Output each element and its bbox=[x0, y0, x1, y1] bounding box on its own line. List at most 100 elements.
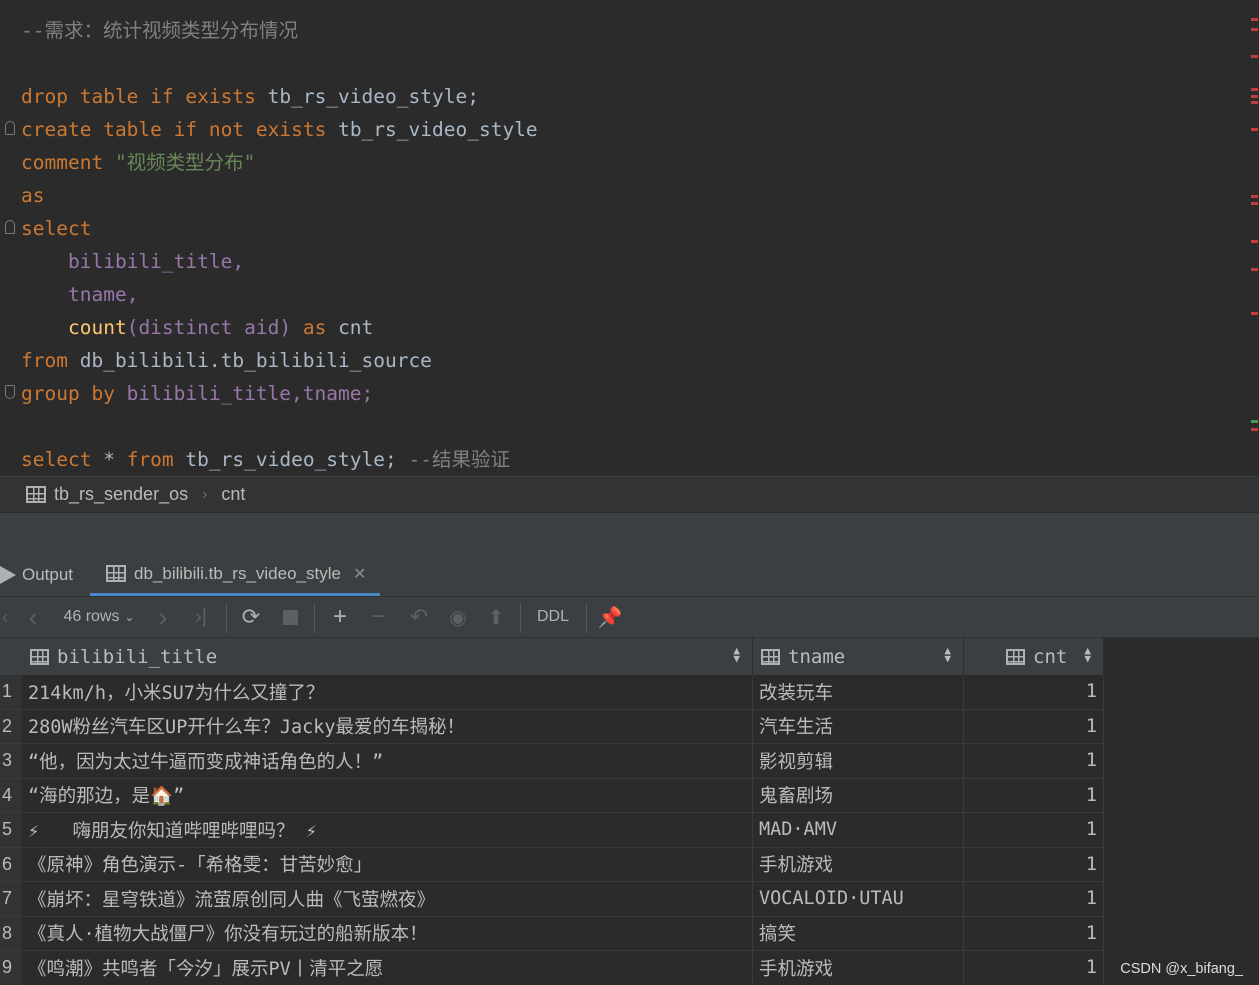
error-marker[interactable] bbox=[1251, 88, 1258, 91]
cell-tname[interactable]: 手机游戏 bbox=[753, 847, 964, 881]
fold-marker-icon[interactable] bbox=[5, 121, 15, 135]
delete-row-icon[interactable]: − bbox=[364, 597, 392, 637]
row-count-dropdown[interactable]: 46 rows ⌄ bbox=[58, 597, 140, 637]
cell-cnt[interactable]: 1 bbox=[964, 916, 1104, 950]
cell-tname[interactable]: VOCALOID·UTAU bbox=[753, 882, 964, 916]
cell-tname[interactable]: MAD·AMV bbox=[753, 813, 964, 847]
cell-tname[interactable]: 鬼畜剧场 bbox=[753, 778, 964, 812]
sort-icon[interactable]: ▲ ▼ bbox=[1084, 645, 1091, 664]
cell-title[interactable]: “海的那边，是🏠” bbox=[22, 778, 753, 812]
row-number[interactable]: 7 bbox=[0, 882, 22, 916]
corner-cell[interactable] bbox=[0, 638, 22, 675]
panel-splitter[interactable] bbox=[0, 512, 1259, 554]
tab-output-label: Output bbox=[22, 565, 74, 584]
stop-icon[interactable] bbox=[276, 597, 304, 637]
table-row[interactable]: 5 ⚡ 嗨朋友你知道哔哩哔哩吗？ ⚡ MAD·AMV 1 bbox=[0, 813, 1104, 848]
column-icon bbox=[30, 648, 49, 665]
column-header-cnt[interactable]: cnt ▲ ▼ bbox=[964, 638, 1104, 675]
error-marker[interactable] bbox=[1251, 128, 1258, 131]
add-row-icon[interactable]: + bbox=[326, 597, 354, 637]
tab-result[interactable]: db_bilibili.tb_rs_video_style ✕ bbox=[90, 554, 381, 596]
submit-icon[interactable]: ⬆ bbox=[482, 597, 510, 637]
row-number[interactable]: 2 bbox=[0, 709, 22, 743]
error-marker[interactable] bbox=[1251, 428, 1258, 431]
sql-editor[interactable]: --需求：统计视频类型分布情况 drop table if exists tb_… bbox=[0, 0, 1259, 476]
row-number[interactable]: 1 bbox=[0, 675, 22, 709]
row-number[interactable]: 5 bbox=[0, 813, 22, 847]
cell-tname[interactable]: 影视剪辑 bbox=[753, 744, 964, 778]
cell-tname[interactable]: 手机游戏 bbox=[753, 951, 964, 985]
cell-cnt[interactable]: 1 bbox=[964, 847, 1104, 881]
error-marker[interactable] bbox=[1251, 240, 1258, 243]
keyword: exists bbox=[185, 85, 256, 108]
table-row[interactable]: 2 280W粉丝汽车区UP开什么车？Jacky最爱的车揭秘！ 汽车生活 1 bbox=[0, 709, 1104, 744]
error-marker[interactable] bbox=[1251, 18, 1258, 21]
table-row[interactable]: 4 “海的那边，是🏠” 鬼畜剧场 1 bbox=[0, 778, 1104, 813]
refresh-icon[interactable]: ⟳ bbox=[236, 597, 266, 637]
sort-icon[interactable]: ▲ ▼ bbox=[733, 645, 740, 664]
group-fields: bilibili_title,tname; bbox=[126, 382, 374, 405]
row-number[interactable]: 4 bbox=[0, 778, 22, 812]
cell-title[interactable]: 280W粉丝汽车区UP开什么车？Jacky最爱的车揭秘！ bbox=[22, 709, 753, 743]
cell-title[interactable]: ⚡ 嗨朋友你知道哔哩哔哩吗？ ⚡ bbox=[22, 813, 753, 847]
cell-title[interactable]: 《真人·植物大战僵尸》你没有玩过的船新版本！ bbox=[22, 916, 753, 950]
tab-output[interactable]: Output bbox=[0, 554, 73, 596]
column-icon bbox=[761, 648, 780, 665]
row-number[interactable]: 3 bbox=[0, 744, 22, 778]
close-icon[interactable]: ✕ bbox=[353, 564, 366, 584]
cell-tname[interactable]: 汽车生活 bbox=[753, 709, 964, 743]
cell-cnt[interactable]: 1 bbox=[964, 882, 1104, 916]
cell-title[interactable]: 《崩坏：星穹铁道》流萤原创同人曲《飞萤燃夜》 bbox=[22, 882, 753, 916]
error-marker[interactable] bbox=[1251, 95, 1258, 98]
error-marker[interactable] bbox=[1251, 312, 1258, 315]
cell-cnt[interactable]: 1 bbox=[964, 951, 1104, 985]
cell-title[interactable]: 《原神》角色演示-「希格雯：甘苦妙愈」 bbox=[22, 847, 753, 881]
fold-marker-icon[interactable] bbox=[5, 385, 15, 399]
error-marker[interactable] bbox=[1251, 268, 1258, 271]
cell-cnt[interactable]: 1 bbox=[964, 709, 1104, 743]
fold-marker-icon[interactable] bbox=[5, 220, 15, 234]
cell-title[interactable]: “他，因为太过牛逼而变成神话角色的人！” bbox=[22, 744, 753, 778]
prev-page-icon[interactable]: ‹ bbox=[22, 597, 44, 637]
code-field-tname: tname, bbox=[68, 283, 139, 306]
row-number[interactable]: 8 bbox=[0, 916, 22, 950]
last-page-icon[interactable]: ›| bbox=[188, 597, 214, 637]
pin-icon[interactable]: 📌 bbox=[596, 597, 624, 637]
table-row[interactable]: 3 “他，因为太过牛逼而变成神话角色的人！” 影视剪辑 1 bbox=[0, 744, 1104, 779]
cell-cnt[interactable]: 1 bbox=[964, 744, 1104, 778]
revert-icon[interactable]: ↶ bbox=[404, 597, 434, 637]
preview-icon[interactable]: ◉ bbox=[443, 597, 473, 637]
sort-icon[interactable]: ▲ ▼ bbox=[944, 645, 951, 664]
cell-tname[interactable]: 搞笑 bbox=[753, 916, 964, 950]
column-header-tname[interactable]: tname ▲ ▼ bbox=[753, 638, 964, 675]
result-grid[interactable]: bilibili_title ▲ ▼ tname ▲ ▼ cnt ▲ ▼ 1 214k… bbox=[0, 638, 1259, 985]
cell-cnt[interactable]: 1 bbox=[964, 675, 1104, 709]
table-row[interactable]: 6 《原神》角色演示-「希格雯：甘苦妙愈」 手机游戏 1 bbox=[0, 847, 1104, 882]
next-page-icon[interactable]: › bbox=[152, 597, 174, 637]
error-marker[interactable] bbox=[1251, 101, 1258, 104]
error-marker[interactable] bbox=[1251, 55, 1258, 58]
error-marker[interactable] bbox=[1251, 28, 1258, 31]
column-header-title[interactable]: bilibili_title ▲ ▼ bbox=[22, 638, 753, 675]
error-marker[interactable] bbox=[1251, 195, 1258, 198]
ddl-button[interactable]: DDL bbox=[530, 597, 576, 637]
row-number[interactable]: 6 bbox=[0, 847, 22, 881]
breadcrumb-table[interactable]: tb_rs_sender_os bbox=[54, 484, 188, 505]
ok-marker[interactable] bbox=[1251, 420, 1258, 423]
error-marker[interactable] bbox=[1251, 202, 1258, 205]
table-row[interactable]: 9 《鸣潮》共鸣者「今汐」展示PV丨清平之愿 手机游戏 1 bbox=[0, 951, 1104, 985]
breadcrumb-column[interactable]: cnt bbox=[221, 484, 245, 505]
cell-cnt[interactable]: 1 bbox=[964, 778, 1104, 812]
grid-header: bilibili_title ▲ ▼ tname ▲ ▼ cnt ▲ ▼ bbox=[0, 638, 1104, 675]
table-icon bbox=[26, 486, 46, 503]
error-stripe[interactable] bbox=[1249, 0, 1259, 476]
cell-title[interactable]: 《鸣潮》共鸣者「今汐」展示PV丨清平之愿 bbox=[22, 951, 753, 985]
table-row[interactable]: 8 《真人·植物大战僵尸》你没有玩过的船新版本！ 搞笑 1 bbox=[0, 916, 1104, 951]
table-row[interactable]: 1 214km/h，小米SU7为什么又撞了？ 改装玩车 1 bbox=[0, 675, 1104, 710]
table-row[interactable]: 7 《崩坏：星穹铁道》流萤原创同人曲《飞萤燃夜》 VOCALOID·UTAU 1 bbox=[0, 882, 1104, 917]
cell-title[interactable]: 214km/h，小米SU7为什么又撞了？ bbox=[22, 675, 753, 709]
first-page-icon[interactable]: ‹ bbox=[0, 597, 10, 637]
cell-tname[interactable]: 改装玩车 bbox=[753, 675, 964, 709]
row-number[interactable]: 9 bbox=[0, 951, 22, 985]
cell-cnt[interactable]: 1 bbox=[964, 813, 1104, 847]
